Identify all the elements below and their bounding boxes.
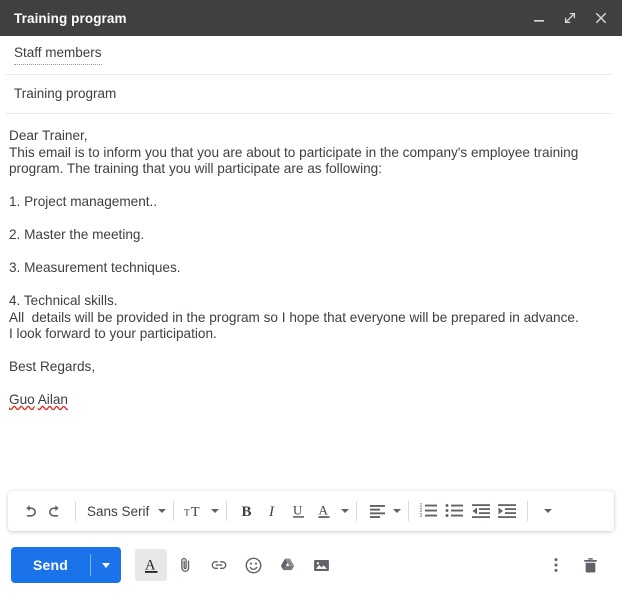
signature-last-name: Ailan [37,392,68,407]
svg-text:T: T [184,507,190,518]
more-options-icon[interactable] [540,549,572,581]
message-body[interactable]: Dear Trainer, This email is to inform you… [0,114,622,486]
close-icon[interactable] [592,9,610,27]
svg-text:I: I [268,504,275,520]
underline-icon[interactable]: U [286,496,312,526]
svg-text:T: T [191,504,200,519]
recipients-value[interactable]: Staff members [14,45,102,65]
recipients-field[interactable]: Staff members [0,36,622,74]
subject-value[interactable]: Training program [14,86,116,102]
indent-less-icon[interactable] [468,496,494,526]
toolbar-divider-5 [408,501,410,521]
compose-window-title: Training program [14,10,127,26]
font-size-icon: T T [181,496,208,526]
body-blank-line [9,211,608,228]
align-left-icon [364,496,390,526]
formatting-options-button[interactable]: A [135,549,168,581]
body-blank-line [9,343,608,360]
chevron-down-icon [102,562,111,568]
formatting-toolbar: Sans Serif T T B I U A 1 2 3 [8,491,614,531]
compose-window: Training program Staff members Training … [0,0,622,594]
body-line: This email is to inform you that you are… [9,144,579,160]
toolbar-divider-2 [173,501,175,521]
indent-more-icon[interactable] [494,496,520,526]
body-line: All details will be provided in the prog… [9,309,579,325]
signature-line: Guo Ailan [9,392,608,409]
insert-drive-file-icon[interactable] [271,549,303,581]
chevron-down-icon [544,509,553,513]
chevron-down-icon [393,509,402,513]
expand-icon[interactable] [561,9,579,27]
text-color-icon: A [312,496,338,526]
toolbar-divider-1 [75,501,76,521]
compose-header: Training program [0,0,622,36]
bold-icon[interactable]: B [234,496,260,526]
svg-text:U: U [293,503,303,518]
body-blank-line [9,244,608,261]
undo-icon[interactable] [16,496,42,526]
svg-text:A: A [319,503,329,518]
formatting-toolbar-zone: Sans Serif T T B I U A 1 2 3 [0,486,622,536]
bulleted-list-icon[interactable] [442,496,468,526]
redo-icon[interactable] [42,496,68,526]
chevron-down-icon [211,509,220,513]
body-blank-line [9,178,608,195]
body-line: 1. Project management.. [9,194,158,209]
chevron-down-icon [341,509,350,513]
toolbar-divider-3 [226,501,228,521]
window-controls [530,9,610,27]
more-formatting-icon[interactable] [535,496,561,526]
font-size-selector[interactable]: T T [181,496,220,526]
align-selector[interactable] [364,496,402,526]
insert-emoji-icon[interactable] [237,549,269,581]
subject-field[interactable]: Training program [0,75,622,113]
insert-photo-icon[interactable] [305,549,337,581]
minimize-icon[interactable] [530,9,548,27]
italic-icon[interactable]: I [260,496,286,526]
body-line: program. The training that you will part… [9,161,383,176]
body-line: 3. Measurement techniques. [9,260,181,275]
insert-link-icon[interactable] [203,549,235,581]
text-color-selector[interactable]: A [312,496,350,526]
signature-first-name: Guo [9,392,35,407]
toolbar-divider-6 [527,501,529,521]
numbered-list-icon[interactable]: 1 2 3 [416,496,442,526]
font-family-value: Sans Serif [87,503,150,519]
body-blank-line [9,376,608,393]
body-line: 2. Master the meeting. [9,227,145,242]
body-line: Dear Trainer, [9,128,88,143]
svg-text:B: B [242,504,252,520]
send-button-group: Send [11,547,122,583]
body-line: 4. Technical skills. [9,293,118,308]
body-line: I look forward to your participation. [9,326,217,341]
compose-action-bar: Send A [0,536,622,594]
attach-file-icon[interactable] [169,549,201,581]
font-family-selector[interactable]: Sans Serif [83,503,167,519]
discard-draft-icon[interactable] [574,549,606,581]
send-button[interactable]: Send [11,547,90,583]
message-body-text: Dear Trainer, This email is to inform you… [9,128,608,392]
svg-text:3: 3 [420,513,423,519]
chevron-down-icon [158,509,167,513]
toolbar-divider-4 [356,501,358,521]
send-options-button[interactable] [91,547,121,583]
body-line: Best Regards, [9,359,96,374]
body-blank-line [9,277,608,294]
